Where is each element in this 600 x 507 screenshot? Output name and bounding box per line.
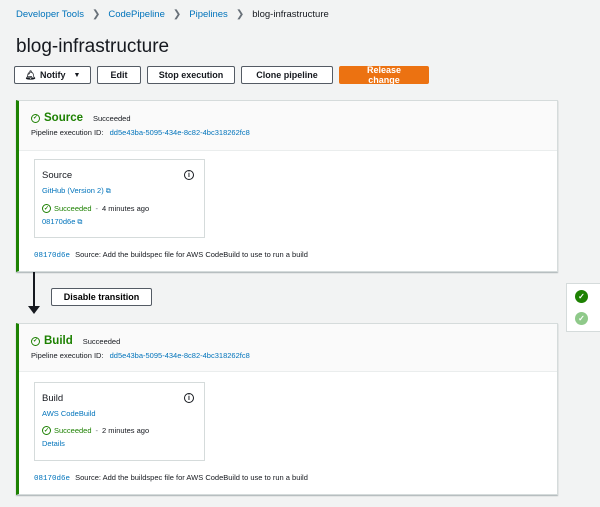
external-link-icon: ⧉ — [77, 219, 83, 226]
action-name: Build — [42, 393, 64, 404]
check-circle-icon[interactable]: ✓ — [575, 290, 588, 303]
commit-id-link[interactable]: 08170d6e — [34, 252, 70, 260]
notify-label: Notify — [40, 70, 66, 80]
stage-source: ✓ Source Succeeded Pipeline execution ID… — [16, 100, 558, 272]
bell-icon: 🔔︎ — [24, 69, 36, 80]
execution-id-label: Pipeline execution ID: — [31, 128, 104, 137]
info-icon[interactable]: i — [184, 170, 194, 180]
action-status: Succeeded — [54, 204, 92, 213]
disable-transition-button[interactable]: Disable transition — [51, 288, 152, 306]
breadcrumb-codepipeline[interactable]: CodePipeline — [108, 9, 165, 20]
stop-execution-button[interactable]: Stop execution — [147, 66, 235, 84]
execution-id-link[interactable]: dd5e43ba-5095-434e-8c82-4bc318262fc8 — [110, 128, 250, 137]
toolbar: 🔔︎ Notify ▼ Edit Stop execution Clone pi… — [14, 65, 429, 85]
action-time: 4 minutes ago — [102, 204, 150, 213]
execution-id-link[interactable]: dd5e43ba-5095-434e-8c82-4bc318262fc8 — [110, 351, 250, 360]
check-circle-icon: ✓ — [42, 426, 51, 435]
breadcrumb-current: blog-infrastructure — [252, 9, 329, 20]
check-circle-icon: ✓ — [31, 336, 40, 346]
check-circle-icon[interactable]: ✓ — [575, 312, 588, 325]
commit-message: Source: Add the buildspec file for AWS C… — [75, 250, 308, 259]
chevron-right-icon: ❯ — [235, 9, 245, 20]
stage-name: Source — [44, 112, 83, 124]
release-change-button[interactable]: Release change — [339, 65, 429, 85]
commit-link[interactable]: 08170d6e — [42, 217, 75, 226]
notify-button[interactable]: 🔔︎ Notify ▼ — [14, 66, 91, 84]
commit-summary: 08170d6e Source: Add the buildspec file … — [34, 473, 308, 483]
transition-arrow — [33, 272, 35, 309]
edit-button[interactable]: Edit — [97, 66, 141, 84]
breadcrumb-developer-tools[interactable]: Developer Tools — [16, 9, 84, 20]
details-link[interactable]: Details — [42, 439, 65, 448]
breadcrumb-pipelines[interactable]: Pipelines — [189, 9, 228, 20]
info-icon[interactable]: i — [184, 393, 194, 403]
chevron-right-icon: ❯ — [172, 9, 182, 20]
execution-id-label: Pipeline execution ID: — [31, 351, 104, 360]
action-status: Succeeded — [54, 426, 92, 435]
stage-status: Succeeded — [82, 336, 121, 346]
stage-header: ✓ Build Succeeded Pipeline execution ID:… — [19, 324, 557, 372]
stage-build: ✓ Build Succeeded Pipeline execution ID:… — [16, 323, 558, 495]
stage-status: Succeeded — [93, 113, 131, 123]
clone-pipeline-button[interactable]: Clone pipeline — [241, 66, 333, 84]
action-card-source: Source i GitHub (Version 2) ⧉ ✓ Succeeded… — [34, 159, 205, 238]
action-name: Source — [42, 170, 73, 181]
commit-summary: 08170d6e Source: Add the buildspec file … — [34, 250, 308, 260]
stage-header: ✓ Source Succeeded Pipeline execution ID… — [19, 101, 557, 151]
chevron-right-icon: ❯ — [91, 9, 101, 20]
external-link-icon: ⧉ — [105, 188, 111, 195]
action-card-build: Build i AWS CodeBuild ✓ Succeeded - 2 mi… — [34, 382, 205, 461]
arrow-down-icon — [28, 306, 40, 314]
commit-id-link[interactable]: 08170d6e — [34, 475, 70, 483]
provider-link[interactable]: AWS CodeBuild — [42, 409, 96, 418]
caret-down-icon: ▼ — [73, 71, 81, 79]
breadcrumb: Developer Tools ❯ CodePipeline ❯ Pipelin… — [16, 9, 329, 20]
check-circle-icon: ✓ — [42, 204, 51, 213]
check-circle-icon: ✓ — [31, 113, 40, 123]
page-title: blog-infrastructure — [16, 36, 170, 57]
stage-name: Build — [44, 335, 73, 347]
stage-status-panel: ✓ ✓ — [566, 283, 600, 332]
action-time: 2 minutes ago — [102, 426, 150, 435]
provider-link[interactable]: GitHub (Version 2) — [42, 186, 104, 195]
commit-message: Source: Add the buildspec file for AWS C… — [75, 473, 308, 482]
